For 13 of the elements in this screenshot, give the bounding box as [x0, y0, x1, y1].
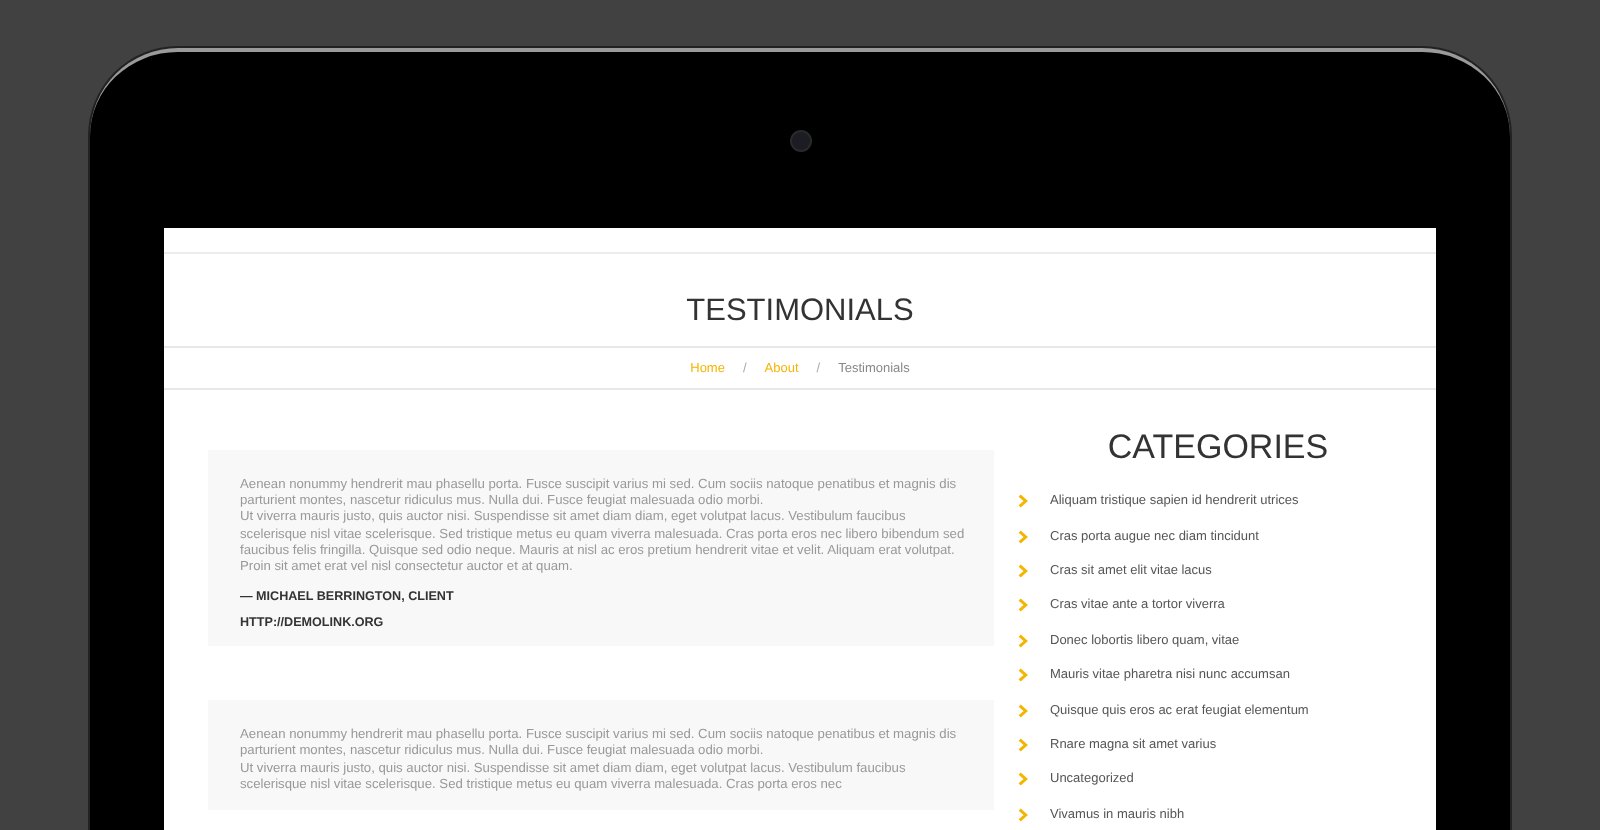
chevron-icon — [1018, 563, 1028, 578]
chevron-icon — [1018, 529, 1028, 544]
chevron-icon — [1018, 807, 1028, 822]
page-title: TESTIMONIALS — [684, 294, 916, 330]
categories-heading: CATEGORIES — [1105, 428, 1331, 468]
chevron-icon — [1018, 703, 1028, 718]
chevron-icon — [1018, 598, 1028, 613]
chevron-icon — [1018, 737, 1028, 752]
camera-icon — [791, 131, 809, 149]
chevron-icon — [1018, 494, 1028, 509]
chevron-icon — [1018, 668, 1028, 683]
chevron-icon — [1018, 633, 1028, 648]
chevron-icon — [1018, 772, 1028, 787]
